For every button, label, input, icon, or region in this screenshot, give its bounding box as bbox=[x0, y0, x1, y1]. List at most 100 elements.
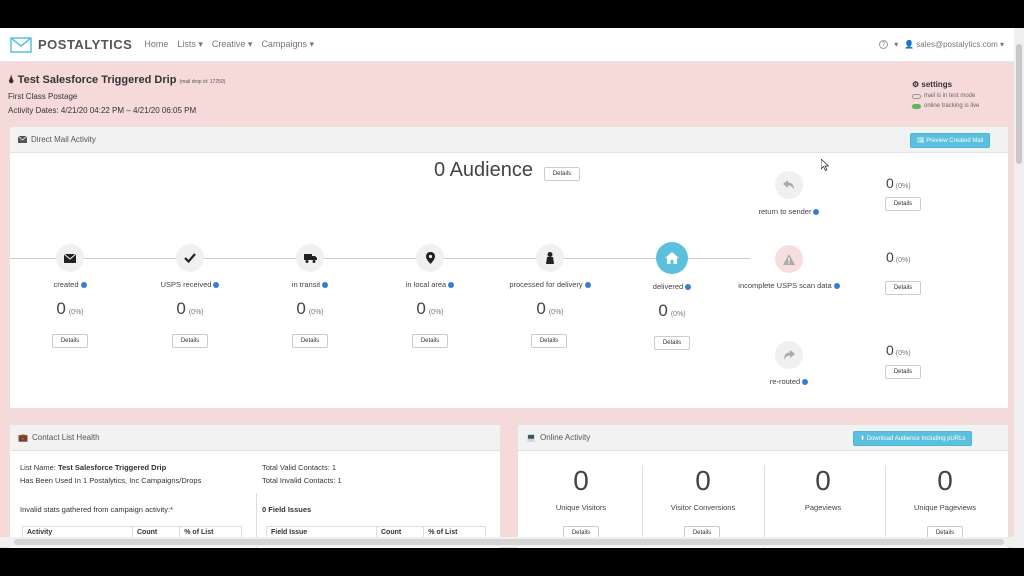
stage-incomplete-scan: incomplete USPS scan data bbox=[734, 245, 844, 290]
campaign-postage: First Class Postage bbox=[8, 92, 78, 101]
nav-creative[interactable]: Creative ▾ bbox=[212, 39, 253, 50]
delivered-details-button[interactable]: Details bbox=[654, 336, 690, 350]
stats-note: Invalid stats gathered from campaign act… bbox=[20, 505, 173, 514]
stage-local-area: in local area 0 (0%) bbox=[375, 244, 485, 319]
test-mode-toggle[interactable]: mail is in test mode bbox=[912, 93, 979, 99]
nav-home[interactable]: Home bbox=[144, 39, 168, 50]
settings-link[interactable]: ⚙ settings bbox=[912, 80, 979, 89]
list-used-in: Has Been Used In 1 Postalytics, Inc Camp… bbox=[20, 476, 202, 485]
horizontal-scrollbar[interactable] bbox=[0, 537, 1014, 547]
stat-unique-pageviews: 0 Unique Pageviews bbox=[913, 465, 977, 512]
stage-count: 0 (0%) bbox=[176, 299, 204, 318]
direct-mail-title: Direct Mail Activity bbox=[31, 135, 96, 144]
nav-campaigns[interactable]: Campaigns ▾ bbox=[261, 39, 314, 50]
contact-health-title: Contact List Health bbox=[31, 433, 100, 442]
vertical-scrollbar[interactable] bbox=[1014, 28, 1024, 548]
envelope-icon bbox=[56, 244, 84, 272]
stage-count: 0 (0%) bbox=[416, 299, 444, 318]
settings-block: ⚙ settings mail is in test mode online t… bbox=[912, 80, 979, 109]
app-viewport: POSTALYTICS Home Lists ▾ Creative ▾ Camp… bbox=[0, 28, 1024, 548]
toggle-on-icon bbox=[912, 103, 921, 109]
user-menu[interactable]: sales@postalytics.com ▾ bbox=[916, 40, 1004, 49]
top-navbar: POSTALYTICS Home Lists ▾ Creative ▾ Camp… bbox=[0, 28, 1014, 62]
info-icon[interactable] bbox=[80, 282, 87, 289]
stage-label: processed for delivery bbox=[495, 280, 605, 289]
stage-processed: processed for delivery 0 (0%) bbox=[495, 244, 605, 319]
help-caret[interactable]: ▾ bbox=[894, 40, 898, 49]
laptop-icon: 💻 bbox=[526, 433, 536, 442]
mouse-cursor-icon bbox=[821, 159, 829, 171]
scrollbar-thumb[interactable] bbox=[1016, 44, 1022, 164]
stage-label: USPS received bbox=[135, 280, 245, 289]
preview-mail-button[interactable]: 🖼 Preview Created Mail bbox=[910, 133, 991, 148]
truck-icon bbox=[296, 244, 324, 272]
stage-label: return to sender bbox=[734, 207, 844, 216]
campaign-drop-id: (mail drop id: 17250) bbox=[179, 79, 226, 85]
info-icon[interactable] bbox=[833, 283, 840, 290]
contact-health-header: 💼 Contact List Health bbox=[10, 425, 500, 451]
gear-icon: ⚙ bbox=[912, 80, 920, 89]
stage-label: in local area bbox=[375, 280, 485, 289]
contact-health-panel: 💼 Contact List Health List Name: Test Sa… bbox=[9, 424, 501, 548]
brand-logo[interactable]: POSTALYTICS bbox=[10, 36, 132, 53]
nav-lists[interactable]: Lists ▾ bbox=[177, 39, 203, 50]
stage-label: re-routed bbox=[734, 377, 844, 386]
stage-label: delivered bbox=[617, 282, 727, 291]
created-details-button[interactable]: Details bbox=[52, 334, 88, 348]
audience-details-button[interactable]: Details bbox=[544, 167, 580, 181]
stage-label: created bbox=[15, 280, 125, 289]
drop-icon: 🌢 bbox=[8, 74, 15, 86]
total-invalid: Total Invalid Contacts: 1 bbox=[262, 476, 342, 485]
stage-rerouted: re-routed bbox=[734, 341, 844, 386]
rerouted-details-button[interactable]: Details bbox=[885, 365, 921, 379]
list-name: List Name: Test Salesforce Triggered Dri… bbox=[20, 463, 167, 472]
stage-label: incomplete USPS scan data bbox=[734, 281, 844, 290]
briefcase-icon: 💼 bbox=[18, 433, 28, 442]
check-icon bbox=[176, 244, 204, 272]
scrollbar-thumb[interactable] bbox=[14, 539, 1004, 545]
direct-mail-panel: Direct Mail Activity 🖼 Preview Created M… bbox=[9, 126, 1009, 409]
toggle-off-icon bbox=[912, 93, 921, 99]
info-icon[interactable] bbox=[802, 379, 809, 386]
usps-received-details-button[interactable]: Details bbox=[172, 334, 208, 348]
in-transit-details-button[interactable]: Details bbox=[292, 334, 328, 348]
stage-count: 0 (0%) bbox=[536, 299, 564, 318]
campaign-title: 🌢 Test Salesforce Triggered Drip (mail d… bbox=[8, 74, 225, 87]
return-details-button[interactable]: Details bbox=[885, 197, 921, 211]
audience-count: 0 Audience bbox=[434, 159, 533, 181]
stat-unique-visitors: 0 Unique Visitors bbox=[555, 465, 607, 512]
field-issues-count: 0 Field Issues bbox=[262, 505, 312, 514]
campaign-title-text: Test Salesforce Triggered Drip bbox=[17, 74, 177, 86]
info-icon[interactable] bbox=[213, 282, 220, 289]
stage-count: 0 (0%) bbox=[296, 299, 324, 318]
download-audience-button[interactable]: ⬇ Download Audience Including pURLs bbox=[853, 431, 973, 446]
stage-label: in transit bbox=[255, 280, 365, 289]
campaign-header: 🌢 Test Salesforce Triggered Drip (mail d… bbox=[8, 74, 225, 115]
online-activity-title: Online Activity bbox=[539, 433, 591, 442]
direct-mail-panel-header: Direct Mail Activity bbox=[10, 127, 1008, 153]
local-area-details-button[interactable]: Details bbox=[412, 334, 448, 348]
processed-details-button[interactable]: Details bbox=[531, 334, 567, 348]
divider bbox=[764, 465, 765, 548]
incomplete-scan-count: 0 (0%) bbox=[886, 249, 911, 265]
info-icon[interactable] bbox=[813, 209, 820, 216]
incomplete-details-button[interactable]: Details bbox=[885, 281, 921, 295]
stage-count: 0 (0%) bbox=[56, 299, 84, 318]
help-icon[interactable]: ? bbox=[879, 40, 889, 49]
info-icon[interactable] bbox=[584, 282, 591, 289]
tracking-toggle[interactable]: online tracking is live bbox=[912, 103, 979, 109]
divider bbox=[642, 465, 643, 548]
envelope-logo-icon bbox=[10, 36, 32, 53]
info-icon[interactable] bbox=[322, 282, 329, 289]
divider bbox=[885, 465, 886, 548]
user-icon[interactable]: 👤 bbox=[904, 40, 914, 49]
return-icon bbox=[775, 171, 803, 199]
stage-count: 0 (0%) bbox=[658, 301, 686, 320]
info-icon[interactable] bbox=[448, 282, 455, 289]
map-marker-icon bbox=[416, 244, 444, 272]
info-icon[interactable] bbox=[685, 284, 692, 291]
campaign-dates: Activity Dates: 4/21/20 04:22 PM – 4/21/… bbox=[8, 106, 197, 115]
stage-in-transit: in transit 0 (0%) bbox=[255, 244, 365, 319]
stat-pageviews: 0 Pageviews bbox=[804, 465, 842, 512]
total-valid: Total Valid Contacts: 1 bbox=[262, 463, 337, 472]
